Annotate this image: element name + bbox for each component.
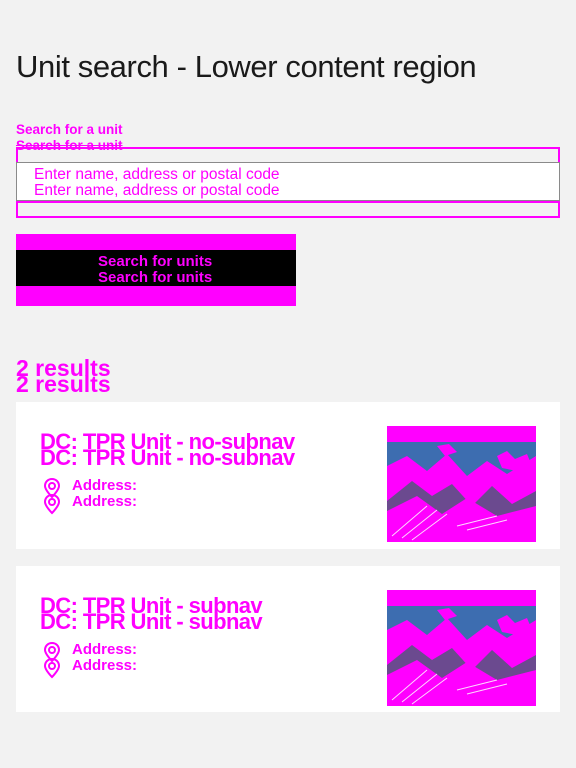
result-card-title-link[interactable]: DC: TPR Unit - subnav DC: TPR Unit - sub… (40, 595, 263, 633)
result-card: DC: TPR Unit - no-subnav DC: TPR Unit - … (16, 402, 560, 549)
search-input[interactable]: Enter name, address or postal code Enter… (16, 162, 560, 201)
result-card-image (387, 426, 536, 542)
location-pin-icon (44, 642, 60, 679)
page-title: Unit search - Lower content region (16, 49, 477, 84)
result-card-image (387, 590, 536, 706)
search-units-button[interactable]: Search for units Search for units (16, 234, 296, 306)
unit-thumbnail-image (387, 590, 536, 706)
search-label: Search for a unit Search for a unit (16, 122, 123, 153)
search-box-outline-bottom (16, 201, 560, 218)
unit-thumbnail-image (387, 426, 536, 542)
search-units-button-label: Search for units Search for units (98, 253, 213, 286)
result-card: DC: TPR Unit - subnav DC: TPR Unit - sub… (16, 566, 560, 712)
result-card-address-label: Address: Address: (72, 641, 138, 674)
search-input-placeholder: Enter name, address or postal code Enter… (34, 166, 280, 199)
search-box: Enter name, address or postal code Enter… (16, 147, 560, 218)
result-card-title-link[interactable]: DC: TPR Unit - no-subnav DC: TPR Unit - … (40, 431, 295, 469)
results-count: 2 results 2 results (16, 355, 111, 397)
location-pin-icon (44, 478, 60, 515)
result-card-address-label: Address: Address: (72, 477, 138, 510)
